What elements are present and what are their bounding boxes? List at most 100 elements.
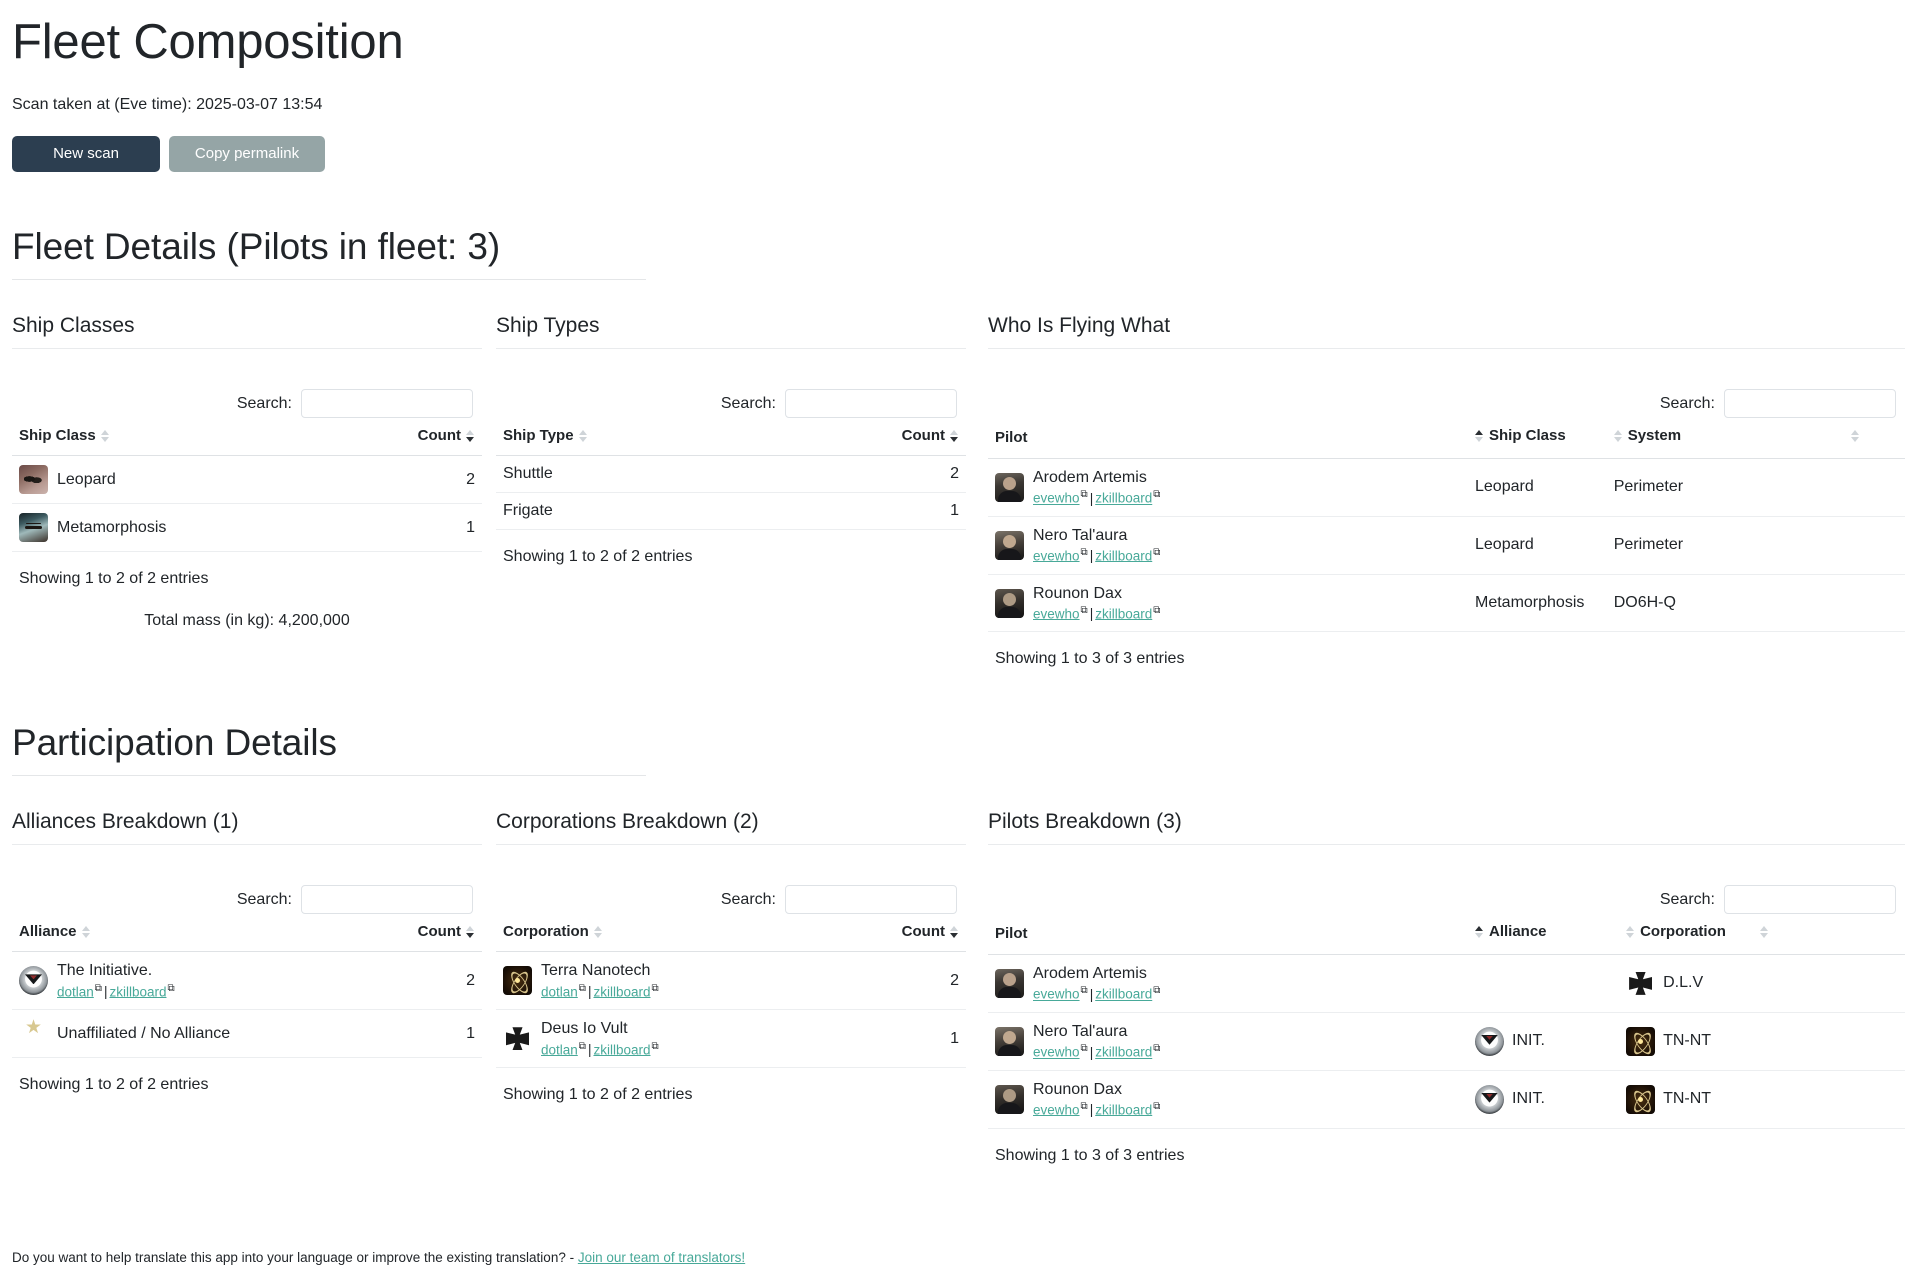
col-count[interactable]: Count [827, 923, 966, 952]
col-count[interactable]: Count [338, 427, 482, 456]
sort-indicator-icon[interactable] [594, 925, 603, 939]
sort-indicator-icon[interactable] [950, 429, 959, 443]
sort-indicator-icon[interactable] [1475, 429, 1484, 443]
table-row: Unaffiliated / No Alliance 1 [12, 1010, 482, 1058]
zkillboard-link[interactable]: zkillboard [1095, 1102, 1152, 1117]
external-link-icon: ⧉ [651, 1041, 658, 1053]
external-link-icon: ⧉ [1153, 605, 1160, 617]
col-count-label: Count [418, 427, 461, 444]
dotlan-link[interactable]: dotlan [57, 984, 94, 999]
alliance-count: 1 [369, 1010, 482, 1058]
corporations-entries-info: Showing 1 to 2 of 2 entries [496, 1086, 966, 1104]
sort-indicator-icon[interactable] [466, 429, 475, 443]
sort-indicator-icon[interactable] [101, 429, 110, 443]
zkillboard-link[interactable]: zkillboard [593, 984, 650, 999]
zkillboard-link[interactable]: zkillboard [1095, 987, 1152, 1002]
sort-indicator-icon[interactable] [950, 925, 959, 939]
new-scan-button[interactable]: New scan [12, 136, 160, 172]
pilot-links: evewho⧉|zkillboard⧉ [1033, 547, 1160, 565]
col-pilot[interactable]: Pilot [988, 427, 1468, 458]
sort-indicator-icon[interactable] [1475, 925, 1484, 939]
evewho-link[interactable]: evewho [1033, 1102, 1080, 1117]
table-row: Shuttle 2 [496, 456, 966, 493]
zkillboard-link[interactable]: zkillboard [1095, 606, 1152, 621]
table-row: Metamorphosis 1 [12, 504, 482, 552]
pilot-corporation-cell: TN-NT [1619, 1070, 1905, 1128]
col-count-label: Count [902, 427, 945, 444]
zkillboard-link[interactable]: zkillboard [1095, 1045, 1152, 1060]
pilot-links: evewho⧉|zkillboard⧉ [1033, 605, 1160, 623]
table-row: Terra Nanotech dotlan⧉|zkillboard⧉ 2 [496, 952, 966, 1010]
col-alliance-label: Alliance [19, 923, 77, 940]
pilot-alliance-cell: INIT. [1468, 1012, 1619, 1070]
page-root: Fleet Composition Scan taken at (Eve tim… [0, 14, 1917, 1165]
col-pilot[interactable]: Pilot [988, 923, 1468, 954]
evewho-link[interactable]: evewho [1033, 606, 1080, 621]
terra-nanotech-atom-logo-icon [1626, 1027, 1655, 1056]
corporations-search-input[interactable] [785, 885, 957, 914]
col-ship-class[interactable]: Ship Class [1468, 427, 1607, 458]
zkillboard-link[interactable]: zkillboard [1095, 548, 1152, 563]
pilot-avatar [995, 589, 1024, 618]
alliance-name: The Initiative. [57, 961, 175, 980]
sort-indicator-icon[interactable] [1626, 925, 1635, 939]
evewho-link[interactable]: evewho [1033, 987, 1080, 1002]
pilots-search-input[interactable] [1724, 885, 1896, 914]
ship-types-search-input[interactable] [785, 389, 957, 418]
ship-classes-search-input[interactable] [301, 389, 473, 418]
corporation-links: dotlan⧉|zkillboard⧉ [541, 983, 659, 1001]
col-count[interactable]: Count [769, 427, 966, 456]
deus-io-vult-cross-logo-icon [1626, 969, 1655, 998]
external-link-icon: ⧉ [1081, 605, 1088, 617]
col-pilot-label: Pilot [995, 925, 1028, 942]
sort-indicator-icon[interactable] [1851, 429, 1860, 443]
page-title: Fleet Composition [12, 14, 1905, 70]
col-alliance[interactable]: Alliance [12, 923, 369, 952]
who-is-flying-what-search-input[interactable] [1724, 389, 1896, 418]
col-corporation[interactable]: Corporation [496, 923, 827, 952]
pilot-cell: Rounon Dax evewho⧉|zkillboard⧉ [988, 1070, 1468, 1128]
ship-classes-title: Ship Classes [12, 314, 482, 349]
ship-metamorphosis-icon [19, 513, 48, 542]
corporation-cell: Terra Nanotech dotlan⧉|zkillboard⧉ [496, 952, 827, 1010]
col-corporation[interactable]: Corporation [1619, 923, 1905, 954]
evewho-link[interactable]: evewho [1033, 1045, 1080, 1060]
col-ship-type-label: Ship Type [503, 427, 574, 444]
ship-types-entries-info: Showing 1 to 2 of 2 entries [496, 548, 966, 566]
pilot-cell: Rounon Dax evewho⧉|zkillboard⧉ [988, 574, 1468, 632]
col-alliance[interactable]: Alliance [1468, 923, 1619, 954]
sort-indicator-icon[interactable] [579, 429, 588, 443]
col-count[interactable]: Count [369, 923, 482, 952]
zkillboard-link[interactable]: zkillboard [1095, 491, 1152, 506]
col-system[interactable]: System [1607, 427, 1905, 458]
table-row: Deus Io Vult dotlan⧉|zkillboard⧉ 1 [496, 1010, 966, 1068]
zkillboard-link[interactable]: zkillboard [109, 984, 166, 999]
pilot-avatar [995, 473, 1024, 502]
evewho-link[interactable]: evewho [1033, 491, 1080, 506]
zkillboard-link[interactable]: zkillboard [593, 1042, 650, 1057]
sort-indicator-icon[interactable] [1760, 925, 1769, 939]
unaffiliated-star-icon [19, 1019, 48, 1048]
translators-link[interactable]: Join our team of translators! [578, 1250, 745, 1265]
pilot-corporation-name: TN-NT [1663, 1032, 1711, 1050]
external-link-icon: ⧉ [1081, 1043, 1088, 1055]
alliances-search-input[interactable] [301, 885, 473, 914]
dotlan-link[interactable]: dotlan [541, 1042, 578, 1057]
sort-indicator-icon[interactable] [1614, 429, 1623, 443]
col-ship-type[interactable]: Ship Type [496, 427, 769, 456]
pilots-entries-info: Showing 1 to 3 of 3 entries [988, 1147, 1905, 1165]
sort-indicator-icon[interactable] [82, 925, 91, 939]
translation-footer: Do you want to help translate this app i… [12, 1250, 745, 1265]
corporation-count: 1 [827, 1010, 966, 1068]
col-count-label: Count [418, 923, 461, 940]
terra-nanotech-atom-logo-icon [503, 966, 532, 995]
link-separator: | [104, 984, 108, 999]
sort-indicator-icon[interactable] [466, 925, 475, 939]
ship-class-value: Leopard [1468, 458, 1607, 516]
col-ship-class[interactable]: Ship Class [12, 427, 338, 456]
dotlan-link[interactable]: dotlan [541, 984, 578, 999]
participation-details-heading: Participation Details [12, 722, 646, 776]
evewho-link[interactable]: evewho [1033, 548, 1080, 563]
copy-permalink-button[interactable]: Copy permalink [169, 136, 325, 172]
table-row: Rounon Dax evewho⧉|zkillboard⧉ Metamorph… [988, 574, 1905, 632]
